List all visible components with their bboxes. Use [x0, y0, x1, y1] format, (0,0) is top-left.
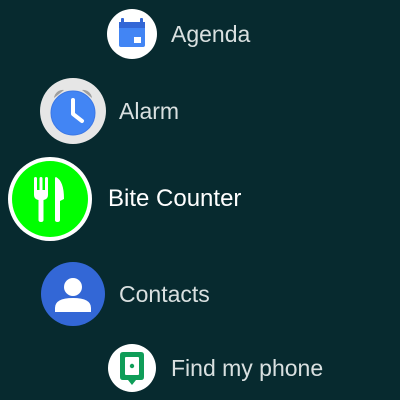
- app-item-find-my-phone[interactable]: Find my phone: [108, 344, 323, 392]
- phone-location-icon: [108, 344, 156, 392]
- app-launcher-screen: Agenda Alarm Bite Counter Contacts Find …: [0, 0, 400, 400]
- app-item-agenda[interactable]: Agenda: [107, 9, 250, 59]
- app-item-contacts[interactable]: Contacts: [41, 262, 210, 326]
- app-label: Contacts: [119, 280, 210, 307]
- calendar-icon: [107, 9, 157, 59]
- app-label: Alarm: [119, 97, 180, 124]
- app-item-alarm[interactable]: Alarm: [40, 78, 179, 144]
- person-icon: [41, 262, 105, 326]
- app-item-bite-counter[interactable]: Bite Counter: [8, 157, 241, 241]
- app-label: Agenda: [171, 20, 251, 47]
- fork-knife-icon: [8, 157, 92, 241]
- app-label: Bite Counter: [108, 185, 242, 212]
- app-label: Find my phone: [171, 354, 324, 381]
- alarm-clock-icon: [40, 78, 106, 144]
